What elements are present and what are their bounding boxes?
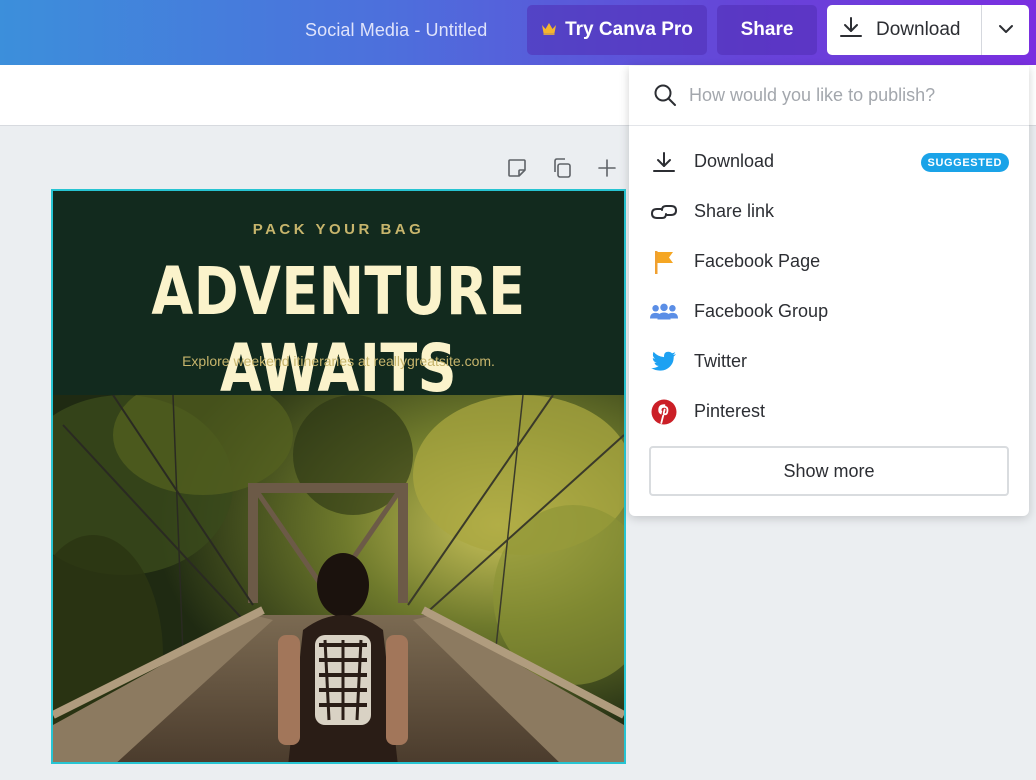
search-icon bbox=[653, 83, 677, 112]
group-icon bbox=[650, 298, 678, 326]
menu-item-pinterest[interactable]: Pinterest bbox=[629, 387, 1029, 437]
menu-item-facebook-page[interactable]: Facebook Page bbox=[629, 237, 1029, 287]
note-icon[interactable] bbox=[505, 156, 529, 180]
menu-item-label: Facebook Group bbox=[694, 301, 829, 321]
download-button[interactable]: Download bbox=[827, 5, 981, 55]
chevron-down-icon bbox=[998, 21, 1014, 39]
menu-item-label: Facebook Page bbox=[694, 251, 821, 271]
suggested-badge: SUGGESTED bbox=[920, 153, 1009, 172]
download-icon bbox=[839, 15, 863, 45]
publish-menu: Download SUGGESTED Share link Facebook P… bbox=[629, 66, 1029, 516]
share-label: Share bbox=[740, 19, 794, 40]
menu-item-label: Download bbox=[694, 151, 775, 171]
try-canva-pro-button[interactable]: Try Canva Pro bbox=[527, 5, 707, 55]
try-canva-pro-label: Try Canva Pro bbox=[565, 19, 693, 40]
menu-item-facebook-group[interactable]: Facebook Group bbox=[629, 287, 1029, 337]
crown-icon bbox=[541, 19, 557, 41]
design-kicker[interactable]: PACK YOUR BAG bbox=[53, 221, 624, 238]
twitter-icon bbox=[650, 348, 678, 376]
pinterest-icon bbox=[650, 398, 678, 426]
show-more-button[interactable]: Show more bbox=[649, 446, 1009, 496]
menu-item-label: Share link bbox=[694, 201, 775, 221]
document-title[interactable]: Social Media - Untitled bbox=[305, 20, 487, 41]
duplicate-page-icon[interactable] bbox=[550, 156, 574, 180]
menu-item-twitter[interactable]: Twitter bbox=[629, 337, 1029, 387]
share-button[interactable]: Share bbox=[717, 5, 817, 55]
publish-search-input[interactable] bbox=[689, 80, 1009, 110]
design-header-panel: PACK YOUR BAG ADVENTURE AWAITS Explore w… bbox=[53, 191, 624, 407]
design-canvas[interactable]: PACK YOUR BAG ADVENTURE AWAITS Explore w… bbox=[51, 189, 626, 764]
top-bar: Social Media - Untitled Try Canva Pro Sh… bbox=[0, 0, 1036, 65]
link-icon bbox=[650, 198, 678, 226]
menu-item-label: Twitter bbox=[694, 351, 748, 371]
menu-item-share-link[interactable]: Share link bbox=[629, 187, 1029, 237]
publish-search-bar bbox=[629, 66, 1029, 126]
design-headline[interactable]: ADVENTURE AWAITS bbox=[104, 253, 572, 407]
show-more-label: Show more bbox=[783, 460, 875, 481]
bridge-photo[interactable] bbox=[53, 395, 624, 762]
design-subtitle[interactable]: Explore weekend itineraries at reallygre… bbox=[53, 353, 624, 369]
download-label: Download bbox=[876, 19, 961, 40]
download-options-toggle[interactable] bbox=[981, 5, 1029, 55]
add-page-icon[interactable] bbox=[595, 156, 619, 180]
menu-item-download[interactable]: Download SUGGESTED bbox=[629, 137, 1029, 187]
download-icon bbox=[650, 148, 678, 176]
flag-icon bbox=[650, 248, 678, 276]
menu-item-label: Pinterest bbox=[694, 401, 766, 421]
